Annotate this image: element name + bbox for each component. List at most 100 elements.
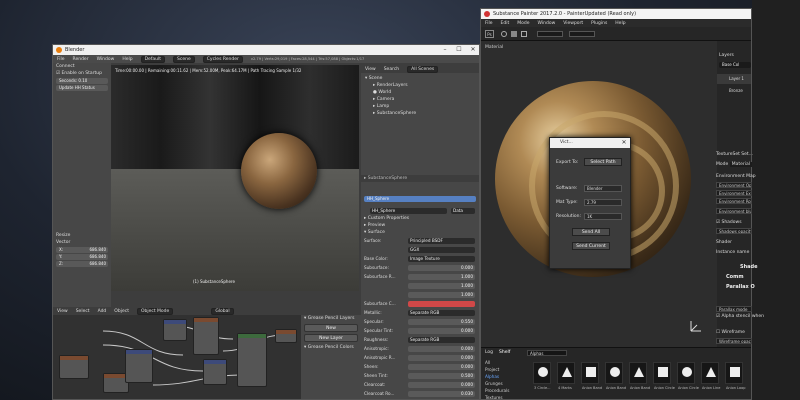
alpha-brush-thumbnail[interactable]: Anion Line <box>701 362 720 390</box>
3d-viewport[interactable]: Time:00:00.00 | Remaining:00:11.62 | Mem… <box>111 65 359 291</box>
shelf-category-item[interactable]: Alphas <box>485 374 499 379</box>
custom-properties-header[interactable]: ▸ Custom Properties <box>361 215 479 222</box>
wireframe-checkbox[interactable]: ☐ Wireframe <box>716 330 745 335</box>
node-image-texture[interactable] <box>193 317 219 355</box>
alpha-brush-thumbnail[interactable]: Anion Circle <box>653 362 675 390</box>
alpha-brush-thumbnail[interactable]: Anion Band <box>581 362 602 390</box>
grease-pencil-layers-header[interactable]: ▾ Grease Pencil Layers <box>301 315 361 322</box>
node-add-menu[interactable]: Add <box>98 309 107 314</box>
send-all-button[interactable]: Send All <box>572 228 610 236</box>
parallax-section-header[interactable]: Parallax O <box>726 284 755 290</box>
alpha-brush-thumbnail[interactable]: Anion Band <box>629 362 650 390</box>
brush-tool-icon[interactable] <box>501 31 507 37</box>
alpha-brush-thumbnail[interactable]: Anion Circle <box>677 362 699 390</box>
tree-renderlayers[interactable]: ▸ RenderLayers <box>365 82 475 89</box>
property-value-field[interactable]: Separate RGB <box>408 309 475 316</box>
dialog-close-icon[interactable]: ✕ <box>620 138 628 148</box>
layout-select[interactable]: Default <box>140 55 166 63</box>
select-path-button[interactable]: Select Path <box>584 158 622 166</box>
alpha-stencil-checkbox[interactable]: ☑ Alpha stencil when <box>716 314 764 319</box>
minimize-icon[interactable]: – <box>441 45 449 55</box>
environment-blur-field[interactable]: Environment blur <box>716 208 752 214</box>
property-value-field[interactable]: 0.000 <box>408 264 475 271</box>
eraser-tool-icon[interactable] <box>511 31 517 37</box>
maximize-icon[interactable]: ☐ <box>455 45 463 55</box>
material-name-field[interactable]: HH_Sphere <box>370 207 447 214</box>
property-value-field[interactable]: 0.000 <box>408 363 475 370</box>
tree-substance-sphere[interactable]: ▸ SubstanceSphere <box>365 110 475 117</box>
object-mode-select[interactable]: Object Mode <box>136 307 174 315</box>
layer-row-1[interactable]: Layer 1 <box>717 74 751 84</box>
outliner-search-menu[interactable]: Search <box>384 67 399 72</box>
painter-menu-edit[interactable]: Edit <box>501 21 510 26</box>
outliner-view-menu[interactable]: View <box>365 67 376 72</box>
node-mapping[interactable] <box>163 319 187 341</box>
painter-3d-viewport[interactable]: Material Vict... ✕ Export To: Select Pat… <box>481 41 717 347</box>
property-value-field[interactable]: 0.000 <box>408 327 475 334</box>
tree-lamp[interactable]: ▸ Lamp <box>365 103 475 110</box>
scene-select[interactable]: Scene <box>173 55 195 63</box>
projection-tool-icon[interactable] <box>521 31 527 37</box>
node-principled-bsdf[interactable] <box>237 333 267 387</box>
property-value-field[interactable] <box>408 300 475 307</box>
property-value-field[interactable]: 0.000 <box>408 354 475 361</box>
menu-window[interactable]: Window <box>97 57 115 62</box>
shader-section-header[interactable]: Shade <box>740 264 758 270</box>
property-value-field[interactable]: 0.500 <box>408 372 475 379</box>
property-value-field[interactable]: Separate RGB <box>408 336 475 343</box>
data-select[interactable]: Data <box>451 207 475 214</box>
resize-header[interactable]: Resize <box>53 232 111 239</box>
common-section-header[interactable]: Comm <box>726 274 744 280</box>
layer-row-bronze[interactable]: Bronze <box>717 86 751 96</box>
node-view-menu[interactable]: View <box>57 309 68 314</box>
log-tab[interactable]: Log <box>485 350 493 355</box>
painter-menu-plugins[interactable]: Plugins <box>591 21 607 26</box>
shelf-category-item[interactable]: All <box>485 360 490 365</box>
connect-header[interactable]: Connect <box>53 63 111 70</box>
property-value-field[interactable]: 0.550 <box>408 318 475 325</box>
node-texture-1[interactable] <box>59 355 89 379</box>
property-value-field[interactable]: 1.000 <box>408 291 475 298</box>
ps-export-icon[interactable]: Ps <box>485 30 494 38</box>
wireframe-opacity-field[interactable]: Wireframe opacity <box>716 338 752 344</box>
layer-channel-select[interactable]: Base Col <box>719 62 751 68</box>
node-separate-rgb[interactable] <box>125 349 153 383</box>
shelf-search-input[interactable]: Alphas <box>527 350 567 356</box>
menu-render[interactable]: Render <box>73 57 89 62</box>
transform-orientation-select[interactable]: Global <box>211 307 234 315</box>
vector-y-field[interactable]: Y: 686.840 <box>56 254 108 260</box>
shelf-tab[interactable]: Shelf <box>499 350 510 355</box>
alpha-brush-thumbnail[interactable]: Anion Band <box>605 362 626 390</box>
node-material-output[interactable] <box>275 329 297 343</box>
painter-menu-window[interactable]: Window <box>538 21 556 26</box>
painter-menu-help[interactable]: Help <box>615 21 625 26</box>
tree-scene[interactable]: ▾ Scene <box>365 75 475 82</box>
send-current-button[interactable]: Send Current <box>572 242 610 250</box>
vector-z-field[interactable]: Z: 686.840 <box>56 261 108 267</box>
resolution-select[interactable]: 1K <box>584 213 622 220</box>
node-select-menu[interactable]: Select <box>76 309 90 314</box>
shelf-category-item[interactable]: Textures <box>485 395 503 399</box>
enable-startup-checkbox[interactable]: ☑ Enable on Startup <box>53 70 111 77</box>
environment-exposure-field[interactable]: Environment Expo <box>716 190 752 196</box>
node-object-menu[interactable]: Object <box>114 309 129 314</box>
shelf-category-item[interactable]: Project <box>485 367 499 372</box>
engine-select[interactable]: Cycles Render <box>202 55 243 63</box>
mat-type-select[interactable]: 2.79 <box>584 199 622 206</box>
outliner-filter-select[interactable]: All Scenes <box>407 65 439 73</box>
property-value-field[interactable]: Image Texture <box>408 255 475 262</box>
software-select[interactable]: Blender <box>584 185 622 192</box>
alpha-brush-thumbnail[interactable]: Anion Loop <box>725 362 745 390</box>
shelf-category-item[interactable]: Grunges <box>485 381 503 386</box>
gpencil-new-button[interactable]: New <box>304 324 358 332</box>
property-value-field[interactable]: 1.000 <box>408 282 475 289</box>
vector-x-field[interactable]: X: 686.840 <box>56 247 108 253</box>
tree-camera[interactable]: ▸ Camera <box>365 96 475 103</box>
tool-size-field[interactable] <box>537 31 563 37</box>
surface-header[interactable]: ▾ Surface <box>361 229 479 236</box>
shelf-category-item[interactable]: Procedurals <box>485 388 509 393</box>
alpha-brush-thumbnail[interactable]: 3 Circle... <box>533 362 551 390</box>
painter-menu-viewport[interactable]: Viewport <box>563 21 583 26</box>
property-value-field[interactable]: GGX <box>408 246 475 253</box>
node-normal-map[interactable] <box>203 359 227 385</box>
